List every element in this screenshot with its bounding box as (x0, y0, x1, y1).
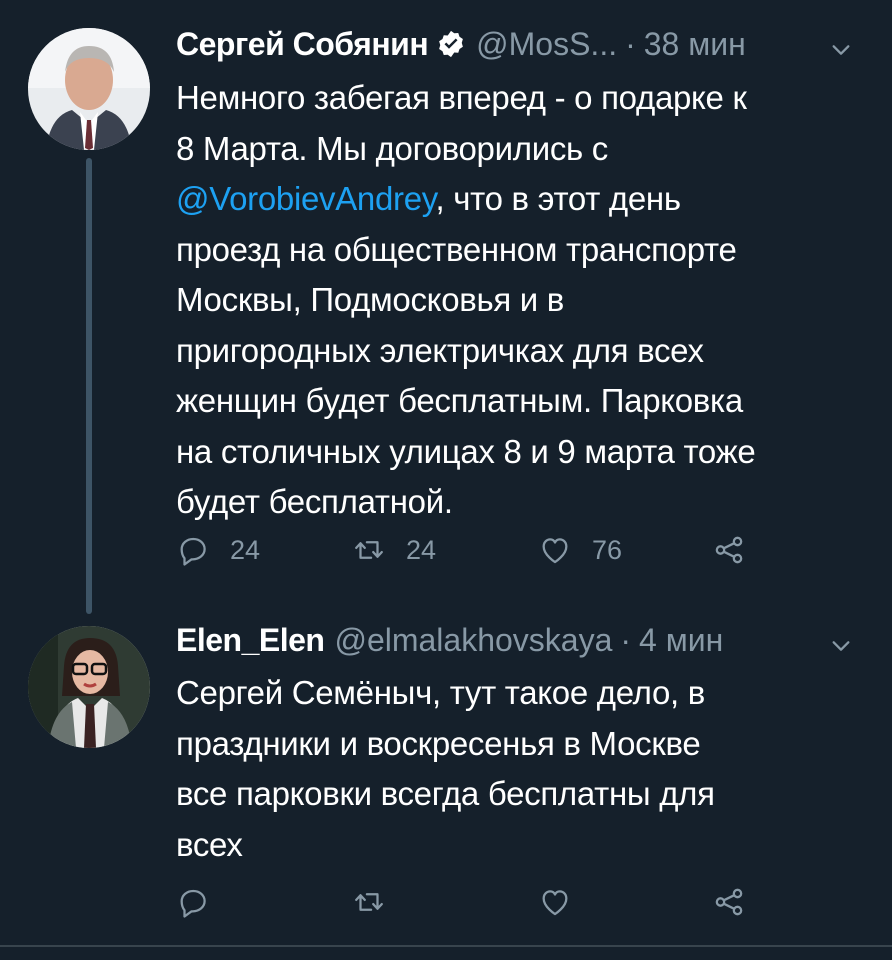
timeline: Сергей Собянин @MosS... · 38 мин Немного… (0, 0, 892, 960)
reply-button[interactable] (176, 882, 210, 922)
reply-icon (180, 889, 206, 918)
tweet-text: Сергей Семёныч, тут такое дело, в праздн… (176, 668, 856, 870)
author-handle[interactable]: @elmalakhovskaya (334, 622, 612, 659)
separator: · (625, 25, 636, 62)
verified-badge-icon (436, 29, 466, 59)
reply-icon (180, 537, 206, 566)
retweet-button[interactable] (352, 882, 386, 922)
tweet-actions: 24 24 76 (176, 530, 776, 570)
chevron-down-icon[interactable] (830, 628, 852, 651)
tweet-header: Сергей Собянин @MosS... · 38 мин (176, 24, 852, 64)
author-name[interactable]: Сергей Собянин (176, 26, 429, 63)
like-count: 76 (592, 534, 623, 565)
tweet-actions (176, 882, 776, 922)
share-button[interactable] (712, 882, 746, 922)
retweet-button[interactable]: 24 (352, 530, 436, 570)
tweet-text-line: Сергей Семёныч, тут такое дело, в (176, 674, 706, 711)
tweet-text-line: все парковки всегда бесплатны для (176, 775, 715, 812)
avatar-sobyanin (28, 28, 150, 150)
like-button[interactable]: 76 (538, 530, 622, 570)
like-icon (542, 890, 568, 916)
tweet-text-line: Москвы, Подмосковья и в (176, 281, 565, 318)
retweet-count: 24 (406, 534, 437, 565)
divider (0, 945, 892, 947)
reply-count: 24 (230, 534, 261, 565)
share-button[interactable] (712, 530, 746, 570)
separator: · (620, 621, 632, 658)
tweet[interactable]: Сергей Собянин @MosS... · 38 мин Немного… (0, 0, 892, 614)
retweet-icon (355, 541, 383, 559)
avatar[interactable] (28, 28, 150, 150)
author-name[interactable]: Elen_Elen (176, 622, 325, 659)
tweet-text: Немного забегая вперед - о подарке к 8 М… (176, 73, 856, 528)
tweet-text-line: проезд на общественном транспорте (176, 230, 737, 268)
thread-line (86, 158, 92, 614)
share-icon (715, 536, 743, 564)
share-icon (715, 888, 743, 916)
tweet-text-line: будет бесплатной. (176, 483, 453, 520)
tweet[interactable]: Elen_Elen @elmalakhovskaya · 4 мин Серге… (0, 600, 892, 940)
tweet-text-line: @VorobievAndrey, что в этот день (176, 174, 856, 225)
tweet-text-line: праздники и воскресенья в Москве (176, 724, 701, 762)
tweet-text-fragment: , что в этот день (435, 180, 682, 217)
author-handle[interactable]: @MosS... (476, 26, 617, 63)
retweet-icon (355, 893, 383, 911)
timestamp[interactable]: 38 мин (644, 26, 746, 63)
tweet-text-line: всех (176, 825, 243, 863)
chevron-down-icon[interactable] (830, 32, 852, 55)
mention-link[interactable]: @VorobievAndrey (176, 180, 436, 217)
tweet-text-line: пригородных электричках для всех (176, 331, 704, 369)
timestamp[interactable]: 4 мин (639, 622, 723, 659)
tweet-text-line: на столичных улицах 8 и 9 марта тоже (176, 432, 756, 470)
avatar[interactable] (28, 626, 150, 748)
tweet-header: Elen_Elen @elmalakhovskaya · 4 мин (176, 620, 852, 660)
like-button[interactable] (538, 882, 572, 922)
tweet-text-line: женщин будет бесплатным. Парковка (176, 382, 743, 419)
avatar-elen (28, 626, 150, 748)
tweet-text-line: 8 Марта. Мы договорились с (176, 129, 608, 167)
tweet-text-line: Немного забегая вперед - о подарке к (176, 79, 747, 116)
reply-button[interactable]: 24 (176, 530, 260, 570)
like-icon (542, 538, 568, 564)
